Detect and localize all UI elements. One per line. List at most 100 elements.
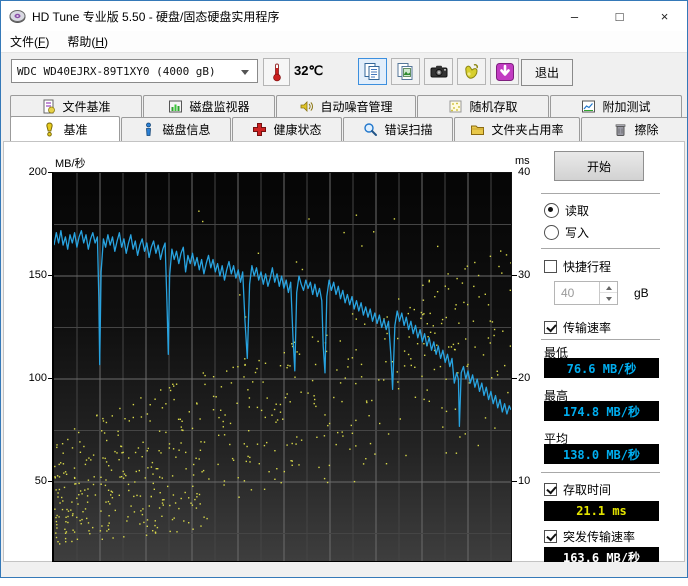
tab-disk-monitor[interactable]: 磁盘监视器 [143, 95, 275, 117]
access-time-label: 存取时间 [563, 481, 611, 498]
drive-select[interactable]: WDC WD40EJRX-89T1XY0 (4000 gB) [11, 59, 258, 83]
screenshot-button[interactable] [424, 58, 453, 85]
separator [541, 248, 660, 249]
app-icon [9, 8, 26, 25]
tick-dash [512, 481, 517, 482]
title-bar: HD Tune 专业版 5.50 - 硬盘/固态硬盘实用程序 – □ × [1, 1, 687, 31]
tick-dash [512, 275, 517, 276]
right-tick-10: 10 [518, 475, 544, 487]
chevron-down-icon [241, 70, 249, 75]
tick-dash [512, 378, 517, 379]
tab-health[interactable]: 健康状态 [232, 117, 342, 141]
benchmark-chart-svg [54, 173, 511, 561]
trash-icon [613, 122, 628, 137]
read-radio-label: 读取 [565, 202, 589, 219]
bottom-strip [1, 562, 687, 577]
tab-extra-tests[interactable]: 附加测试 [550, 95, 682, 117]
drive-select-value: WDC WD40EJRX-89T1XY0 (4000 gB) [17, 65, 216, 78]
menu-help[interactable]: 帮助(H) [58, 31, 117, 52]
start-button[interactable]: 开始 [554, 151, 644, 181]
donate-button[interactable] [457, 58, 486, 85]
tab-aam[interactable]: 自动噪音管理 [276, 95, 416, 117]
min-value: 76.6 MB/秒 [544, 358, 659, 378]
random-access-icon [448, 99, 463, 114]
file-benchmark-icon [41, 99, 56, 114]
disk-monitor-icon [168, 99, 183, 114]
short-stroke-row[interactable]: 快捷行程 [544, 258, 611, 275]
short-stroke-checkbox[interactable] [544, 260, 557, 273]
right-tick-30: 30 [518, 269, 544, 281]
exit-button[interactable]: 退出 [521, 59, 573, 86]
camera-icon [429, 63, 449, 81]
minimize-button[interactable]: – [552, 1, 597, 31]
write-radio-label: 写入 [565, 224, 589, 241]
maximize-button[interactable]: □ [597, 1, 642, 31]
left-axis-title: MB/秒 [55, 155, 86, 171]
menu-file[interactable]: 文件(F) [1, 31, 58, 52]
access-time-row[interactable]: 存取时间 [544, 481, 611, 498]
tab-file-benchmark[interactable]: 文件基准 [10, 95, 142, 117]
left-tick-100: 100 [21, 372, 47, 384]
copy-image-icon [396, 62, 415, 81]
window-title: HD Tune 专业版 5.50 - 硬盘/固态硬盘实用程序 [32, 8, 279, 25]
avg-value: 138.0 MB/秒 [544, 444, 659, 464]
tab-folder-usage[interactable]: 文件夹占用率 [454, 117, 580, 141]
tab-disk-info[interactable]: 磁盘信息 [121, 117, 231, 141]
max-value: 174.8 MB/秒 [544, 401, 659, 421]
transfer-rate-checkbox[interactable] [544, 321, 557, 334]
right-tick-40: 40 [518, 166, 544, 178]
speaker-icon [299, 99, 314, 114]
copy-image-button[interactable] [391, 58, 420, 85]
close-button[interactable]: × [642, 1, 687, 31]
copy-text-icon [363, 62, 382, 81]
short-stroke-value: 40 [561, 286, 574, 300]
extra-tests-icon [581, 99, 596, 114]
hand-icon [462, 62, 482, 81]
left-tick-50: 50 [21, 475, 47, 487]
copy-text-button[interactable] [358, 58, 387, 85]
separator [541, 193, 660, 194]
benchmark-icon [42, 122, 57, 137]
write-radio[interactable] [544, 225, 559, 240]
access-time-value: 21.1 ms [544, 501, 659, 521]
tab-erase[interactable]: 擦除 [581, 117, 688, 141]
health-cross-icon [252, 122, 267, 137]
arrow-down-icon [606, 297, 612, 301]
arrow-down-icon [495, 62, 515, 82]
tab-random-access[interactable]: 随机存取 [417, 95, 549, 117]
left-tick-150: 150 [21, 269, 47, 281]
burst-rate-checkbox[interactable] [544, 530, 557, 543]
write-radio-row[interactable]: 写入 [544, 224, 589, 241]
disk-info-icon [141, 122, 156, 137]
short-stroke-spinner[interactable]: 40 [554, 281, 618, 305]
separator [541, 339, 660, 340]
left-tick-200: 200 [21, 166, 47, 178]
benchmark-plot [52, 172, 512, 562]
transfer-rate-label: 传输速率 [563, 319, 611, 336]
tab-strip-bottom: 基准 磁盘信息 健康状态 错误扫描 [10, 117, 688, 141]
read-radio[interactable] [544, 203, 559, 218]
menu-bar: 文件(F) 帮助(H) [1, 31, 687, 52]
burst-rate-row[interactable]: 突发传输速率 [544, 528, 635, 545]
short-stroke-label: 快捷行程 [563, 258, 611, 275]
read-radio-row[interactable]: 读取 [544, 202, 589, 219]
folder-icon [470, 122, 485, 137]
short-stroke-unit: gB [634, 286, 649, 300]
thermometer-icon [271, 62, 283, 82]
spinner-down-button[interactable] [600, 292, 617, 304]
burst-rate-label: 突发传输速率 [563, 528, 635, 545]
right-tick-20: 20 [518, 372, 544, 384]
arrow-up-icon [606, 286, 612, 290]
magnifier-icon [363, 122, 378, 137]
save-button[interactable] [490, 58, 519, 85]
toolbar: WDC WD40EJRX-89T1XY0 (4000 gB) 32℃ [1, 52, 687, 94]
separator [541, 472, 660, 473]
tab-strip-top: 文件基准 磁盘监视器 自动噪音管理 [10, 95, 683, 117]
transfer-rate-row[interactable]: 传输速率 [544, 319, 611, 336]
temperature-value: 32℃ [294, 63, 323, 79]
tab-error-scan[interactable]: 错误扫描 [343, 117, 453, 141]
temperature-button[interactable] [263, 58, 290, 86]
tab-benchmark[interactable]: 基准 [10, 116, 120, 141]
access-time-checkbox[interactable] [544, 483, 557, 496]
hd-tune-window: HD Tune 专业版 5.50 - 硬盘/固态硬盘实用程序 – □ × 文件(… [0, 0, 688, 578]
